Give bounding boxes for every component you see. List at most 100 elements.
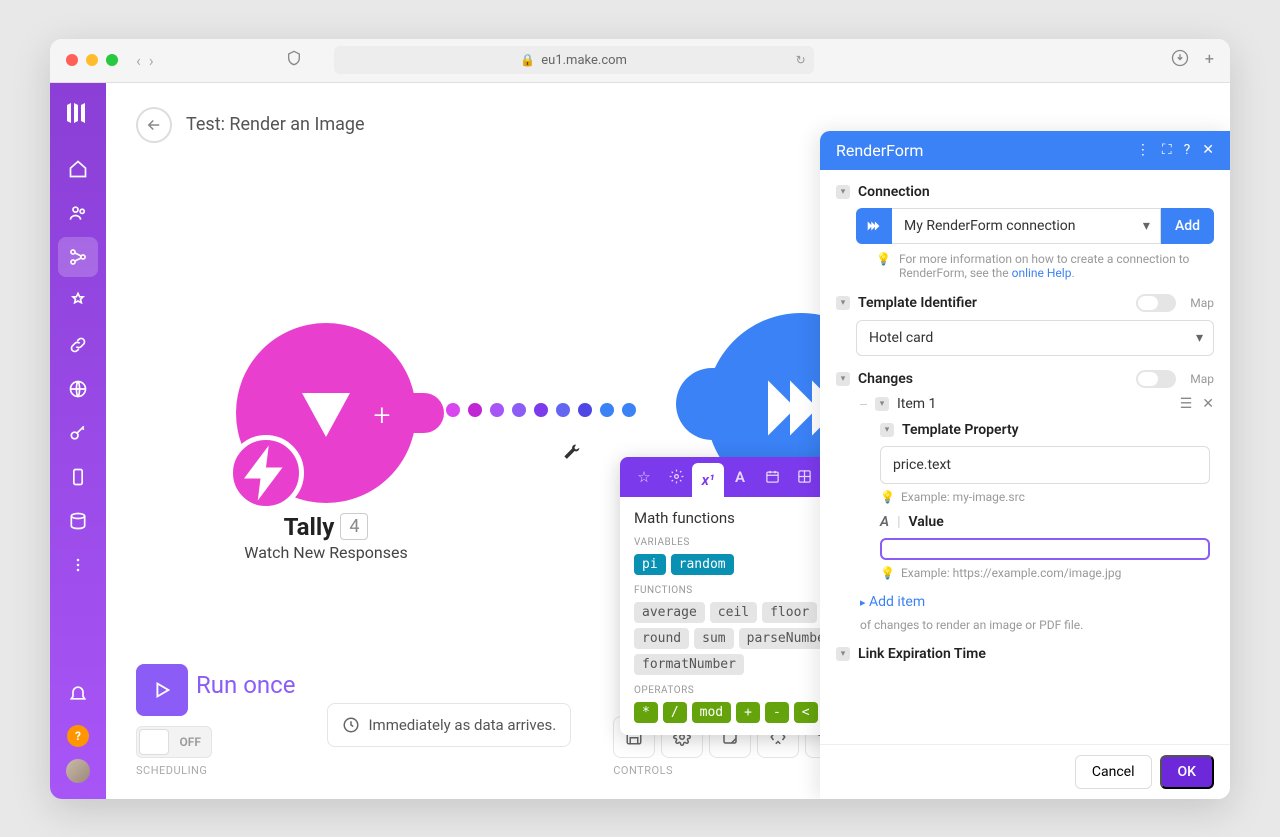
add-connection-button[interactable]: Add <box>1161 208 1214 244</box>
panel-menu-icon[interactable]: ⋮ <box>1136 142 1150 158</box>
tab-gear-icon[interactable] <box>660 457 692 497</box>
property-example: 💡Example: my-image.src <box>880 490 1214 504</box>
back-button[interactable] <box>136 107 172 143</box>
download-icon[interactable] <box>1171 49 1189 71</box>
tab-date-icon[interactable] <box>756 457 788 497</box>
tab-star-icon[interactable]: ☆ <box>628 457 660 497</box>
math-fn-sum[interactable]: sum <box>694 628 733 649</box>
math-fn-formatNumber[interactable]: formatNumber <box>634 654 744 675</box>
math-var-random[interactable]: random <box>671 554 734 575</box>
collapse-icon[interactable]: ▾ <box>875 397 889 411</box>
item-menu-icon[interactable]: ☰ <box>1180 396 1193 412</box>
help-badge-icon[interactable]: ? <box>67 725 89 747</box>
math-op[interactable]: < <box>794 702 818 723</box>
math-op[interactable]: / <box>663 702 687 723</box>
collapse-icon[interactable]: ▾ <box>836 185 850 199</box>
changes-info: of changes to render an image or PDF fil… <box>860 618 1214 632</box>
connections-icon[interactable] <box>58 325 98 365</box>
close-window-icon[interactable] <box>66 54 78 66</box>
home-icon[interactable] <box>58 149 98 189</box>
collapse-icon[interactable]: ▾ <box>880 423 894 437</box>
clock-icon <box>342 716 360 734</box>
tab-text-icon[interactable]: A <box>724 457 756 497</box>
scenarios-icon[interactable] <box>58 237 98 277</box>
panel-title: RenderForm <box>836 141 1136 160</box>
math-op[interactable]: mod <box>692 702 731 723</box>
app-body: ? Test: Render an Image + <box>50 83 1230 799</box>
tab-math-icon[interactable]: x¹ <box>692 463 724 497</box>
math-fn-round[interactable]: round <box>634 628 689 649</box>
new-tab-icon[interactable]: + <box>1205 49 1214 71</box>
panel-body: ▾ Connection My RenderForm connection Ad… <box>820 170 1230 744</box>
math-fn-floor[interactable]: floor <box>762 602 817 623</box>
back-icon[interactable]: ‹ <box>136 51 141 70</box>
map-toggle[interactable] <box>1136 370 1176 388</box>
math-var-pi[interactable]: pi <box>634 554 666 575</box>
tab-array-icon[interactable] <box>788 457 820 497</box>
team-icon[interactable] <box>58 193 98 233</box>
notifications-icon[interactable] <box>58 673 98 713</box>
item-delete-icon[interactable]: ✕ <box>1202 396 1214 412</box>
map-label: Map <box>1190 372 1214 386</box>
panel-close-icon[interactable]: ✕ <box>1202 142 1214 158</box>
refresh-icon[interactable]: ↻ <box>796 53 806 67</box>
schedule-setting[interactable]: Immediately as data arrives. <box>327 703 571 747</box>
run-button[interactable] <box>136 664 188 716</box>
link-expiration-label: Link Expiration Time <box>858 646 986 662</box>
ok-button[interactable]: OK <box>1160 755 1215 789</box>
wrench-icon[interactable] <box>561 443 581 468</box>
user-avatar[interactable] <box>66 759 90 783</box>
panel-header: RenderForm ⋮ ⛶ ? ✕ <box>820 131 1230 170</box>
connection-value: My RenderForm connection <box>904 218 1075 234</box>
math-op[interactable]: - <box>765 702 789 723</box>
toggle-off-label: OFF <box>180 735 201 749</box>
math-fn-average[interactable]: average <box>634 602 705 623</box>
make-logo-icon[interactable] <box>64 99 92 127</box>
more-icon[interactable] <box>58 545 98 585</box>
sidebar: ? <box>50 83 106 799</box>
template-property-input[interactable]: price.text <box>880 446 1210 484</box>
module-tally[interactable]: + Tally 4 Watch New Responses <box>236 323 416 562</box>
collapse-icon[interactable]: ▾ <box>836 647 850 661</box>
template-value: Hotel card <box>869 330 933 346</box>
nav-arrows: ‹ › <box>136 51 154 70</box>
template-select[interactable]: Hotel card <box>856 320 1214 356</box>
scenario-title[interactable]: Test: Render an Image <box>186 114 365 135</box>
collapse-icon[interactable]: ▾ <box>836 296 850 310</box>
templates-icon[interactable] <box>58 281 98 321</box>
bulb-icon: 💡 <box>880 566 895 580</box>
math-op[interactable]: + <box>736 702 760 723</box>
add-module-plus-icon[interactable]: + <box>368 398 396 426</box>
webhooks-icon[interactable] <box>58 369 98 409</box>
add-item-button[interactable]: ▸ Add item <box>860 594 925 610</box>
panel-expand-icon[interactable]: ⛶ <box>1162 142 1172 158</box>
template-label: Template Identifier <box>858 295 977 311</box>
forward-icon[interactable]: › <box>149 51 154 70</box>
math-fn-ceil[interactable]: ceil <box>710 602 757 623</box>
flow-connection[interactable] <box>446 403 636 417</box>
value-input[interactable] <box>880 538 1210 560</box>
maximize-window-icon[interactable] <box>106 54 118 66</box>
shield-icon[interactable] <box>286 50 302 70</box>
connection-select[interactable]: My RenderForm connection <box>892 208 1161 244</box>
devices-icon[interactable] <box>58 457 98 497</box>
config-panel: RenderForm ⋮ ⛶ ? ✕ ▾ Connection <box>820 131 1230 799</box>
keys-icon[interactable] <box>58 413 98 453</box>
map-toggle[interactable] <box>1136 294 1176 312</box>
top-bar: Test: Render an Image <box>136 107 365 143</box>
toolbar-right: + <box>1171 49 1214 71</box>
module-name: Tally <box>284 513 335 541</box>
tally-circle-icon[interactable]: + <box>236 323 416 503</box>
instant-trigger-icon <box>228 435 304 511</box>
run-label[interactable]: Run once <box>196 671 295 699</box>
traffic-lights[interactable] <box>66 54 118 66</box>
collapse-icon[interactable]: ▾ <box>836 372 850 386</box>
minimize-window-icon[interactable] <box>86 54 98 66</box>
datastores-icon[interactable] <box>58 501 98 541</box>
scheduling-toggle[interactable]: OFF <box>136 726 212 758</box>
cancel-button[interactable]: Cancel <box>1075 755 1152 789</box>
panel-help-icon[interactable]: ? <box>1184 142 1191 158</box>
math-op[interactable]: * <box>634 702 658 723</box>
online-help-link[interactable]: online Help <box>1012 266 1072 280</box>
url-bar[interactable]: 🔒 eu1.make.com ↻ <box>334 46 814 74</box>
